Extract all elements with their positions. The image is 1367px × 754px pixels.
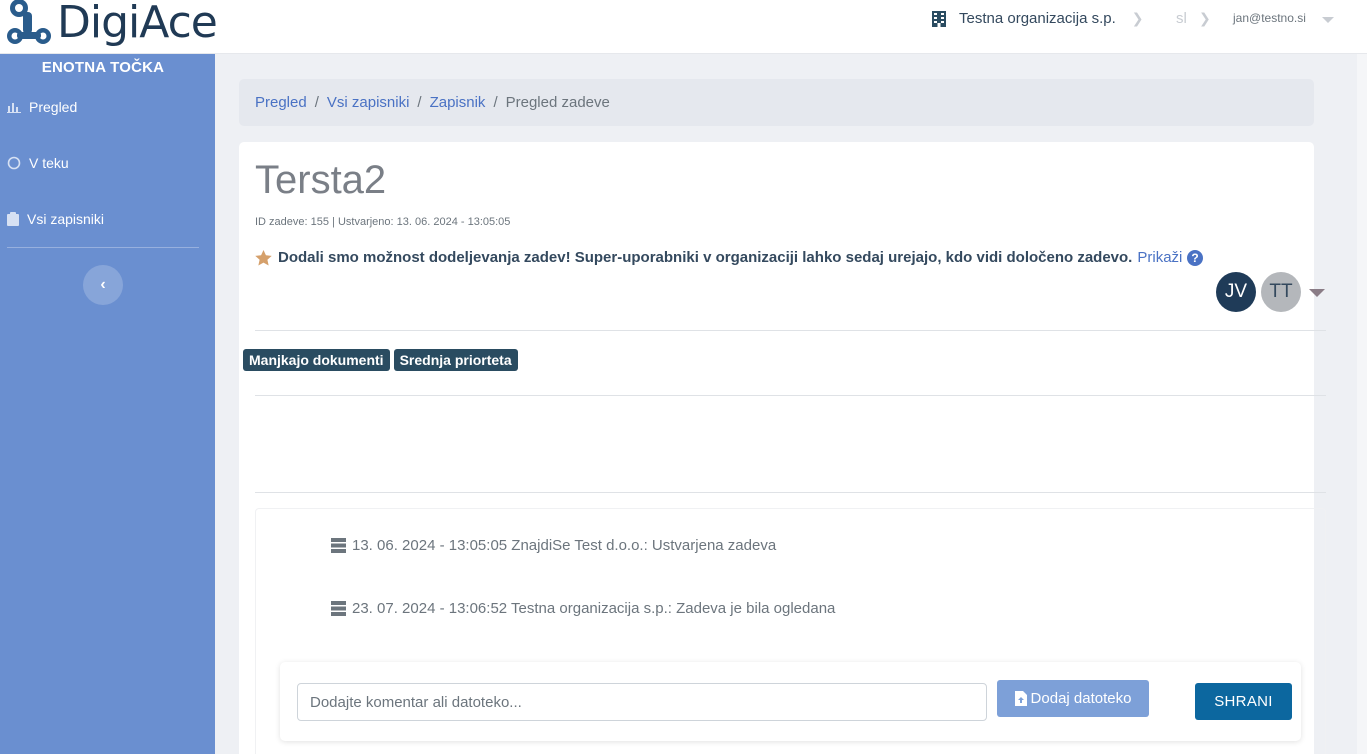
add-file-button[interactable]: Dodaj datoteko — [997, 680, 1149, 717]
breadcrumb-current: Pregled zadeve — [505, 94, 610, 111]
user-email: jan@testno.si — [1233, 11, 1306, 25]
breadcrumb-separator: / — [417, 94, 422, 111]
tag-badge[interactable]: Srednja priorteta — [393, 349, 518, 371]
logo[interactable]: DigiAce — [5, 0, 218, 50]
star-icon — [255, 249, 272, 266]
comment-input[interactable] — [297, 683, 987, 721]
divider — [255, 330, 1326, 331]
divider — [255, 395, 1326, 396]
activity-item: 23. 07. 2024 - 13:06:52 Testna organizac… — [331, 600, 835, 617]
activity-text: 13. 06. 2024 - 13:05:05 ZnajdiSe Test d.… — [352, 537, 777, 554]
caret-down-icon[interactable] — [1322, 17, 1334, 23]
save-button[interactable]: SHRANI — [1195, 683, 1292, 720]
avatar-assignee[interactable]: TT — [1261, 272, 1301, 312]
breadcrumb-separator: / — [493, 94, 498, 111]
breadcrumb-link-vsi-zapisniki[interactable]: Vsi zapisniki — [327, 94, 410, 111]
building-icon — [932, 10, 946, 27]
sidebar-collapse-button[interactable]: ‹ — [83, 265, 123, 305]
divider — [255, 492, 1326, 493]
server-icon — [331, 601, 346, 616]
assignees-caret-down-icon[interactable] — [1309, 289, 1325, 297]
activity-item: 13. 06. 2024 - 13:05:05 ZnajdiSe Test d.… — [331, 537, 776, 554]
sidebar-item-label: V teku — [29, 155, 69, 171]
page-title: Tersta2 — [255, 158, 387, 202]
svg-text:?: ? — [1192, 251, 1199, 265]
comment-bar: Dodaj datoteko SHRANI — [280, 662, 1301, 741]
feature-notice: Dodali smo možnost dodeljevanja zadev! S… — [255, 249, 1204, 266]
user-menu[interactable]: jan@testno.si — [1233, 11, 1306, 25]
chevron-right-icon: ❯ — [1199, 10, 1211, 26]
activity-text: 23. 07. 2024 - 13:06:52 Testna organizac… — [352, 600, 836, 617]
file-upload-icon — [1014, 691, 1027, 706]
sidebar: ENOTNA TOČKA Pregled V teku Vsi zapisnik… — [0, 54, 215, 754]
logo-icon — [7, 0, 51, 44]
brand-name: DigiAce — [57, 0, 218, 48]
language-code: sl — [1176, 10, 1187, 27]
clipboard-icon — [7, 212, 19, 226]
avatar-assignee[interactable]: JV — [1216, 272, 1256, 312]
chevron-left-icon: ‹ — [100, 276, 106, 293]
sidebar-item-pregled[interactable]: Pregled — [7, 99, 77, 115]
organization-selector[interactable]: Testna organizacija s.p. ❯ — [932, 10, 1144, 27]
sidebar-item-label: Vsi zapisniki — [27, 211, 105, 227]
language-selector[interactable]: sl ❯ — [1176, 10, 1211, 27]
tag-badge[interactable]: Manjkajo dokumenti — [243, 349, 390, 371]
chevron-right-icon: ❯ — [1131, 10, 1144, 26]
case-tags: Manjkajo dokumenti Srednja priorteta — [243, 349, 518, 371]
help-icon[interactable]: ? — [1187, 249, 1204, 266]
sidebar-title: ENOTNA TOČKA — [41, 59, 165, 76]
server-icon — [331, 538, 346, 553]
organization-name: Testna organizacija s.p. — [959, 10, 1116, 27]
sidebar-item-label: Pregled — [29, 99, 78, 115]
breadcrumb-link-zapisnik[interactable]: Zapisnik — [430, 94, 486, 111]
case-meta: ID zadeve: 155 | Ustvarjeno: 13. 06. 202… — [255, 216, 511, 228]
breadcrumb-separator: / — [314, 94, 319, 111]
breadcrumb: Pregled / Vsi zapisniki / Zapisnik / Pre… — [239, 79, 1314, 126]
top-bar: DigiAce Testna organizacija s.p. ❯ sl ❯ … — [0, 0, 1367, 54]
sidebar-item-v-teku[interactable]: V teku — [7, 155, 69, 171]
add-file-label: Dodaj datoteko — [1030, 690, 1132, 707]
circle-icon — [7, 156, 21, 170]
sidebar-item-vsi-zapisniki[interactable]: Vsi zapisniki — [7, 211, 104, 227]
scrollbar[interactable] — [1357, 54, 1367, 754]
notice-text: Dodali smo možnost dodeljevanja zadev! S… — [278, 249, 1133, 266]
chart-icon — [7, 103, 21, 113]
sidebar-divider — [7, 247, 199, 248]
notice-show-link[interactable]: Prikaži — [1137, 249, 1182, 266]
breadcrumb-link-pregled[interactable]: Pregled — [255, 94, 307, 111]
